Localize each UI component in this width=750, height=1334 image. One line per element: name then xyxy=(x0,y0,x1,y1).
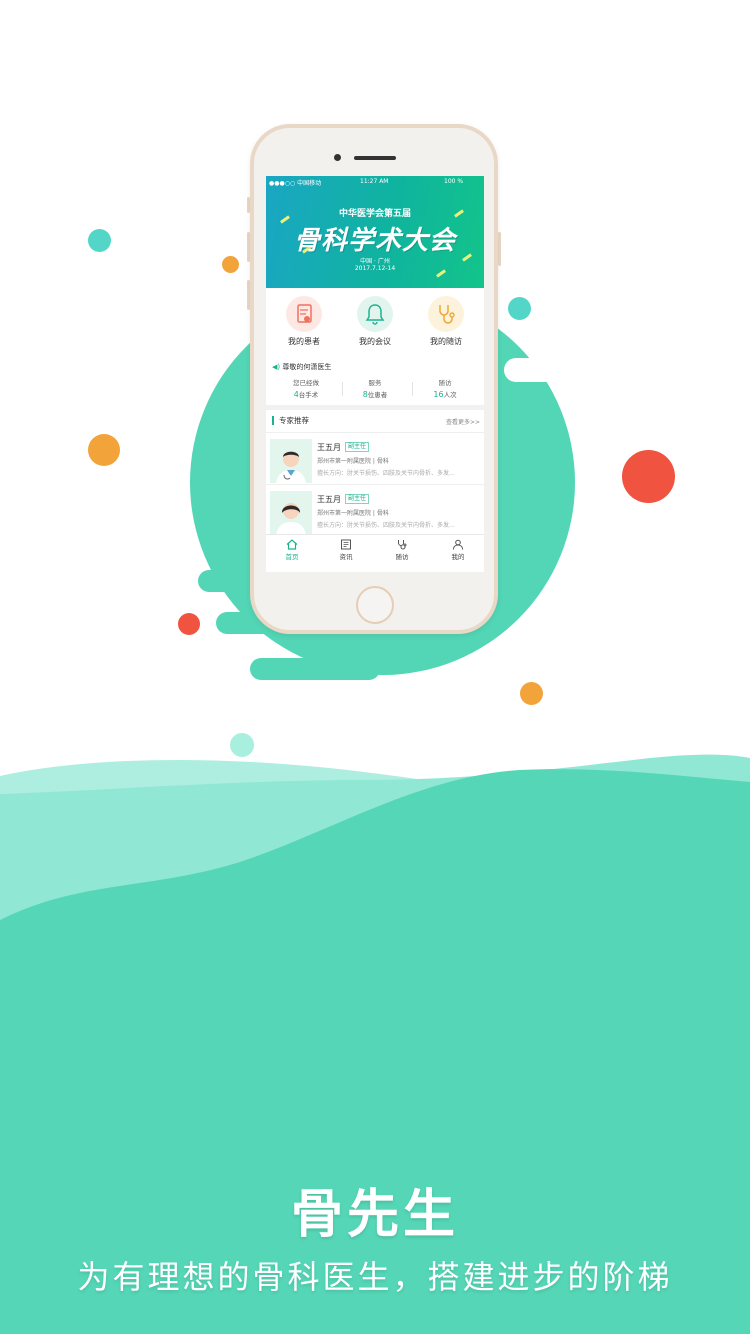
decor-dot xyxy=(178,613,200,635)
app-name: 骨先生 xyxy=(290,1185,459,1245)
speaker-icon: ◀) xyxy=(272,363,281,371)
status-battery: 100 % xyxy=(444,178,464,185)
quick-action-label: 我的患者 xyxy=(288,337,320,346)
bell-icon xyxy=(357,296,393,332)
decor-dot xyxy=(520,682,543,705)
status-time: 11:27 AM xyxy=(360,178,389,185)
quick-action-my-patients[interactable]: 我的患者 xyxy=(274,296,334,347)
tab-label: 随访 xyxy=(395,553,409,561)
stethoscope-icon xyxy=(428,296,464,332)
tab-label: 首页 xyxy=(285,553,299,561)
stat-title: 服务 xyxy=(368,379,382,387)
tab-followup[interactable]: 随访 xyxy=(382,539,422,561)
phone-screen: 中华医学会第五届 骨科学术大会 中国 · 广州 2017.7.12-14 ●●●… xyxy=(266,176,484,572)
stethoscope-icon xyxy=(398,540,407,550)
quick-action-my-meetings[interactable]: 我的会议 xyxy=(345,296,405,347)
phone-mockup: 中华医学会第五届 骨科学术大会 中国 · 广州 2017.7.12-14 ●●●… xyxy=(250,124,498,634)
decor-dot xyxy=(88,434,120,466)
decor-pill-cutout xyxy=(504,358,594,382)
stat-unit: 位患者 xyxy=(367,391,388,399)
home-icon xyxy=(286,539,298,550)
phone-camera xyxy=(334,154,341,161)
quick-action-label: 我的随访 xyxy=(430,337,462,346)
stat-value: 16 xyxy=(433,390,444,399)
decor-dot xyxy=(88,229,111,252)
quick-action-label: 我的会议 xyxy=(359,337,391,346)
decor-pill xyxy=(250,658,380,680)
news-icon xyxy=(341,539,351,550)
stat-unit: 人次 xyxy=(443,391,457,399)
stat-surgeries: 您已经做 4台手术 xyxy=(270,377,342,399)
expert-card[interactable]: 王五月 副主任 郑州市第一附属医院 | 骨科 擅长方向：肘关节损伤、四肢及关节内… xyxy=(266,432,484,483)
tab-label: 我的 xyxy=(451,553,465,561)
expert-specialty: 擅长方向：肘关节损伤、四肢及关节内骨折、多发... xyxy=(317,522,455,529)
stat-followups: 随访 16人次 xyxy=(409,377,481,399)
greeting: ◀) 尊敬的何潇医生 xyxy=(272,362,331,372)
expert-title-badge: 副主任 xyxy=(345,494,370,504)
stat-title: 随访 xyxy=(438,379,452,387)
expert-hospital: 郑州市第一附属医院 | 骨科 xyxy=(317,458,389,465)
expert-specialty: 擅长方向：肘关节损伤、四肢及关节内骨折、多发... xyxy=(317,470,455,477)
banner-pagination[interactable] xyxy=(266,280,484,288)
expert-hospital: 郑州市第一附属医院 | 骨科 xyxy=(317,510,389,517)
expert-card[interactable]: 王五月 副主任 郑州市第一附属医院 | 骨科 擅长方向：肘关节损伤、四肢及关节内… xyxy=(266,484,484,535)
expert-name: 王五月 xyxy=(317,443,341,452)
doctor-avatar xyxy=(270,491,312,535)
banner-date: 2017.7.12-14 xyxy=(354,265,396,272)
status-carrier: ●●●○○ 中国移动 xyxy=(269,180,322,187)
bottom-tab-bar: 首页 资讯 随访 我的 xyxy=(266,534,484,572)
app-slogan: 为有理想的骨科医生，搭建进步的阶梯 xyxy=(77,1258,673,1296)
doctor-avatar xyxy=(270,439,312,483)
phone-home-button[interactable] xyxy=(356,586,394,624)
section-divider xyxy=(266,405,484,410)
tab-home[interactable]: 首页 xyxy=(272,539,312,561)
banner-title: 骨科学术大会 xyxy=(293,226,456,256)
user-icon xyxy=(453,539,463,550)
decor-dot xyxy=(622,450,675,503)
phone-side-button xyxy=(498,232,501,266)
patient-record-icon xyxy=(286,296,322,332)
decor-dot xyxy=(508,297,531,320)
stat-title: 您已经做 xyxy=(293,379,319,387)
tab-label: 资讯 xyxy=(339,553,353,561)
stat-patients: 服务 8位患者 xyxy=(339,377,411,399)
expert-name: 王五月 xyxy=(317,495,341,504)
greeting-text: 尊敬的何潇医生 xyxy=(282,363,332,371)
quick-action-my-followups[interactable]: 我的随访 xyxy=(416,296,476,347)
tab-news[interactable]: 资讯 xyxy=(326,539,366,561)
experts-more-link[interactable]: 查看更多>> xyxy=(446,417,480,426)
status-bar: ●●●○○ 中国移动 11:27 AM 100 % xyxy=(266,176,484,188)
experts-section-title: 专家推荐 xyxy=(272,416,309,425)
decor-dot xyxy=(222,256,239,273)
conference-banner[interactable]: 中华医学会第五届 骨科学术大会 中国 · 广州 2017.7.12-14 xyxy=(266,176,484,288)
banner-subtitle: 中华医学会第五届 xyxy=(338,209,411,219)
tab-profile[interactable]: 我的 xyxy=(438,539,478,561)
phone-speaker xyxy=(354,156,396,160)
stat-unit: 台手术 xyxy=(298,391,319,399)
banner-location: 中国 · 广州 xyxy=(360,258,390,265)
expert-title-badge: 副主任 xyxy=(345,442,370,452)
